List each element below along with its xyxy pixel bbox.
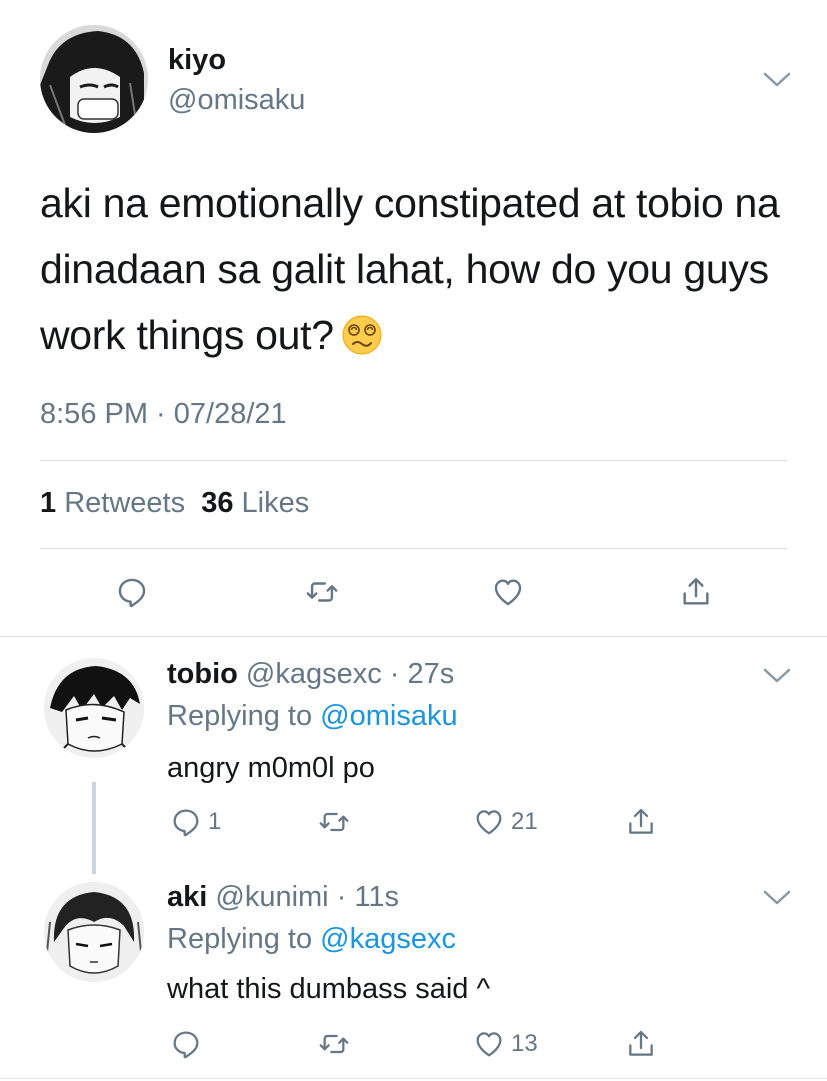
reply-time[interactable]: 27s: [408, 658, 455, 690]
tweet-text: aki na emotionally constipated at tobio …: [40, 170, 800, 368]
tweet-timestamp[interactable]: 8:56 PM · 07/28/21: [40, 398, 287, 431]
retweet-button[interactable]: [318, 1028, 350, 1060]
heart-icon: [494, 579, 522, 606]
reply-button[interactable]: [170, 1028, 202, 1060]
share-icon: [629, 1030, 653, 1056]
heart-icon: [476, 810, 502, 835]
like-count: 21: [511, 808, 538, 835]
like-count: 13: [511, 1030, 538, 1057]
replying-prefix: Replying to: [167, 923, 313, 955]
separator-dot: ·: [328, 881, 355, 913]
chevron-down-icon[interactable]: [762, 666, 792, 686]
display-name[interactable]: aki: [167, 881, 207, 913]
reply-button[interactable]: 1: [170, 806, 221, 838]
tweet-stats: 1 Retweets 36 Likes: [40, 487, 309, 520]
thread-connector: [92, 782, 96, 874]
likes-count[interactable]: 36: [201, 487, 233, 519]
like-button[interactable]: [486, 570, 530, 614]
reply-header: aki @kunimi · 11s: [167, 881, 399, 914]
avatar[interactable]: [44, 882, 144, 982]
divider: [40, 460, 788, 461]
dizzy-face-emoji-icon: [342, 308, 382, 355]
reply-header: tobio @kagsexc · 27s: [167, 658, 454, 691]
display-name[interactable]: kiyo: [168, 44, 226, 77]
tweet-text-content: aki na emotionally constipated at tobio …: [40, 180, 780, 358]
reply-icon: [173, 1031, 199, 1059]
separator-dot: ·: [381, 658, 408, 690]
chevron-down-icon[interactable]: [762, 888, 792, 908]
user-handle[interactable]: @omisaku: [168, 84, 305, 117]
avatar[interactable]: [44, 658, 144, 758]
retweet-icon: [319, 1034, 349, 1054]
like-button[interactable]: 21: [473, 806, 538, 838]
retweet-icon: [306, 582, 338, 602]
share-button[interactable]: [625, 806, 657, 838]
user-handle[interactable]: @kagsexc: [246, 658, 382, 690]
replying-to: Replying to @omisaku: [167, 700, 458, 733]
mention-link[interactable]: @omisaku: [320, 700, 457, 732]
like-button[interactable]: 13: [473, 1028, 538, 1060]
share-icon: [629, 808, 653, 834]
likes-label[interactable]: Likes: [242, 487, 310, 519]
reply-time[interactable]: 11s: [354, 881, 399, 913]
reply-button[interactable]: [110, 570, 154, 614]
divider: [0, 1078, 827, 1079]
divider: [40, 548, 788, 549]
user-handle[interactable]: @kunimi: [215, 881, 328, 913]
divider: [0, 636, 827, 637]
reply-icon: [173, 809, 199, 837]
replying-prefix: Replying to: [167, 700, 313, 732]
display-name[interactable]: tobio: [167, 658, 238, 690]
mention-link[interactable]: @kagsexc: [320, 923, 456, 955]
reply-text: what this dumbass said ^: [167, 973, 491, 1005]
retweets-count[interactable]: 1: [40, 487, 56, 519]
heart-icon: [476, 1032, 502, 1057]
retweet-button[interactable]: [300, 570, 344, 614]
retweet-button[interactable]: [318, 806, 350, 838]
retweet-icon: [319, 812, 349, 832]
chevron-down-icon[interactable]: [762, 70, 792, 90]
reply-icon: [118, 578, 146, 608]
share-button[interactable]: [674, 570, 718, 614]
share-icon: [683, 578, 709, 605]
replying-to: Replying to @kagsexc: [167, 923, 456, 956]
reply-count: 1: [208, 808, 222, 835]
share-button[interactable]: [625, 1028, 657, 1060]
retweets-label[interactable]: Retweets: [64, 487, 185, 519]
avatar[interactable]: [40, 25, 148, 133]
reply-text: angry m0m0l po: [167, 752, 375, 784]
